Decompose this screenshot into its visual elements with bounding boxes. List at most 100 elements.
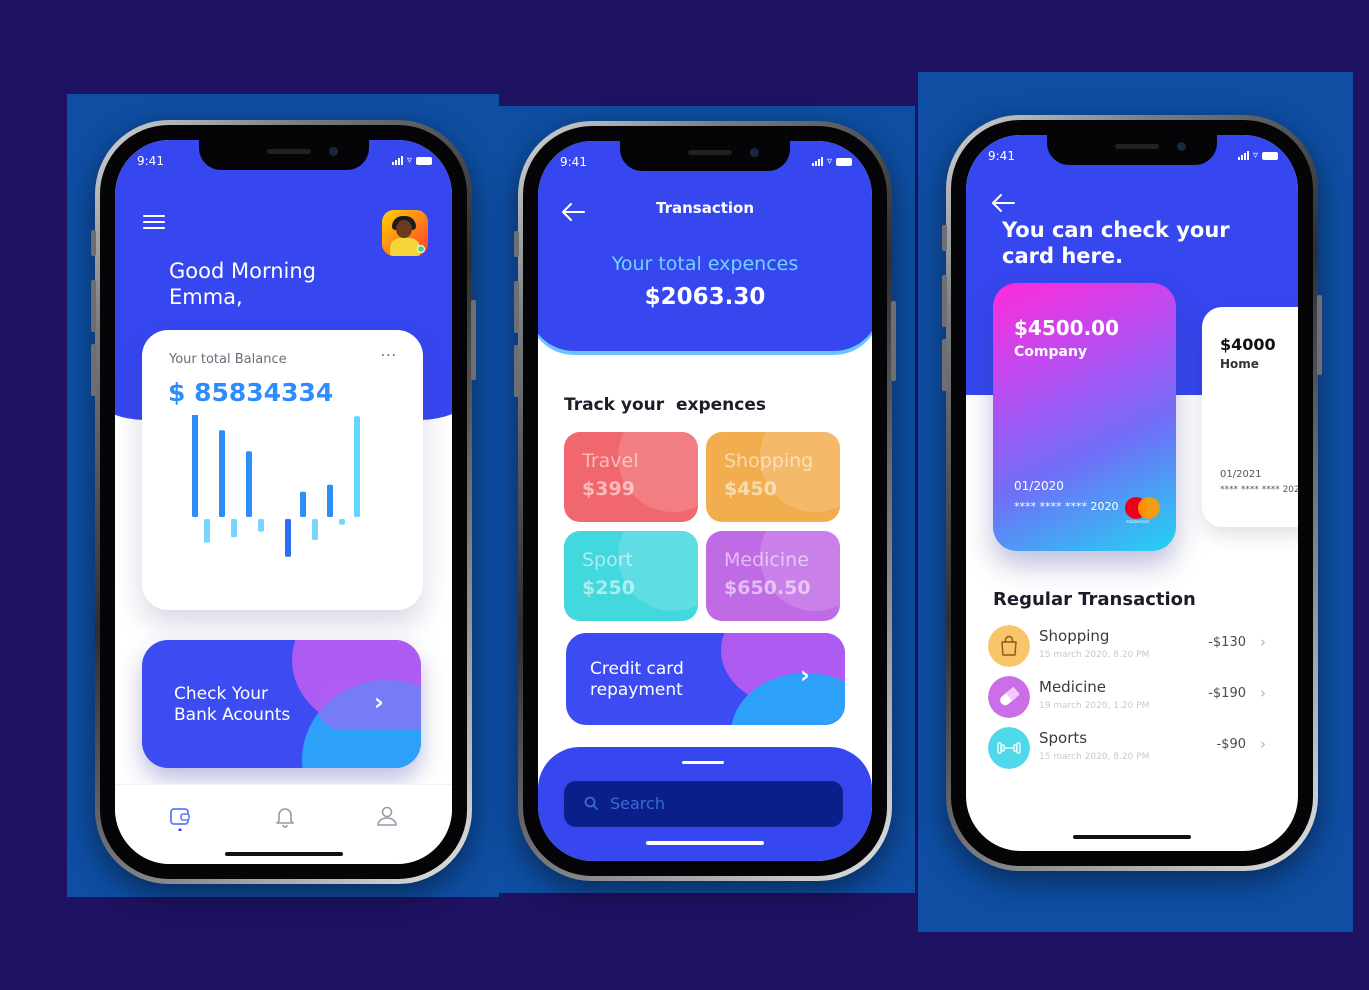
card-brand: mastercard — [1126, 519, 1149, 524]
category-shopping[interactable]: Shopping $450 — [706, 432, 840, 522]
category-value: $399 — [582, 478, 635, 500]
chart-bar-down — [258, 519, 264, 532]
card-company[interactable]: $4500.00 Company 01/2020 **** **** **** … — [993, 283, 1176, 551]
category-name: Travel — [582, 450, 639, 472]
search-sheet: Search — [538, 747, 872, 861]
chart-bar-up — [192, 415, 198, 517]
signal-icon — [391, 156, 403, 165]
avatar[interactable] — [382, 210, 428, 256]
transaction-name: Shopping — [1039, 627, 1110, 645]
balance-chart — [192, 415, 360, 557]
card-label: Company — [1014, 344, 1088, 360]
wifi-icon: ▿ — [826, 156, 832, 167]
total-expenses-amount: $2063.30 — [644, 284, 766, 310]
greeting-title: Good Morning Emma, — [169, 259, 316, 309]
transaction-amount: -$190 — [1208, 686, 1246, 701]
battery-icon — [1262, 151, 1278, 160]
chart-bar-up — [246, 451, 252, 517]
chart-bar-up — [300, 491, 306, 517]
battery-icon — [836, 157, 852, 166]
search-input[interactable]: Search — [564, 781, 843, 827]
card-expiry: 01/2020 — [1014, 479, 1064, 493]
dumbbell-icon — [988, 727, 1030, 769]
wifi-icon: ▿ — [406, 155, 412, 166]
decor-blob — [317, 680, 421, 730]
check-bank-accounts-label: Check Your Bank Acounts — [174, 684, 291, 725]
category-value: $450 — [724, 478, 777, 500]
card-amount: $4000 — [1220, 335, 1276, 354]
chevron-right-icon: › — [1260, 633, 1266, 651]
status-time: 9:41 — [988, 149, 1015, 163]
phone-home: 9:41 ▿ Good Morning Emma, Your total Bal… — [91, 120, 476, 884]
notch — [1047, 135, 1217, 165]
chart-bar-down — [339, 519, 345, 525]
back-arrow-icon[interactable] — [990, 192, 1016, 214]
check-bank-accounts-button[interactable]: Check Your Bank Acounts › — [142, 640, 421, 768]
chart-bar-up — [327, 484, 333, 517]
total-expenses-label: Your total expences — [611, 253, 799, 275]
chart-bar-up — [354, 416, 360, 517]
transaction-row-medicine[interactable]: Medicine 19 march 2020, 1.20 PM -$190 › — [988, 676, 1278, 724]
phone-transaction: 9:41 ▿ Transaction Your total expences $… — [514, 121, 896, 881]
chart-bar-up — [219, 430, 225, 517]
card-expiry: 01/2021 — [1220, 469, 1262, 480]
home-indicator — [224, 852, 343, 856]
battery-icon — [416, 156, 432, 165]
more-options-icon[interactable]: ··· — [381, 348, 397, 364]
balance-card[interactable]: Your total Balance ··· $ 85834334 — [142, 330, 423, 610]
category-name: Sport — [582, 549, 634, 571]
card-home[interactable]: $4000 Home 01/2021 **** **** **** 2021 — [1202, 307, 1298, 527]
category-name: Medicine — [724, 549, 809, 571]
transaction-name: Medicine — [1039, 678, 1107, 696]
section-title: Track your expences — [564, 395, 766, 415]
transaction-screen: 9:41 ▿ Transaction Your total expences $… — [538, 141, 872, 861]
user-icon[interactable] — [376, 805, 398, 831]
search-icon — [584, 796, 598, 810]
home-indicator — [646, 841, 764, 845]
cards-screen: 9:41 ▿ You can check your card here. $40… — [966, 135, 1298, 851]
transaction-date: 19 march 2020, 1.20 PM — [1039, 701, 1150, 711]
status-icons: ▿ — [811, 156, 852, 167]
category-travel[interactable]: Travel $399 — [564, 432, 698, 522]
wallet-icon[interactable] — [169, 805, 191, 831]
credit-card-repayment-button[interactable]: Credit card repayment › — [566, 633, 845, 725]
category-medicine[interactable]: Medicine $650.50 — [706, 531, 840, 621]
chevron-right-icon: › — [1260, 735, 1266, 753]
chart-bar-down — [204, 519, 210, 543]
home-indicator — [1073, 835, 1191, 839]
mastercard-logo-icon: mastercard — [1125, 497, 1161, 524]
status-icons: ▿ — [391, 155, 432, 166]
section-title: Regular Transaction — [993, 589, 1196, 610]
balance-amount: $ 85834334 — [168, 378, 334, 407]
chart-bar-down — [231, 519, 237, 538]
search-placeholder: Search — [610, 794, 665, 813]
card-label: Home — [1220, 357, 1259, 371]
category-name: Shopping — [724, 450, 814, 472]
transaction-row-shopping[interactable]: Shopping 15 march 2020, 8.20 PM -$130 › — [988, 625, 1278, 673]
menu-icon[interactable] — [143, 215, 165, 233]
transaction-row-sports[interactable]: Sports 15 march 2020, 8.20 PM -$90 › — [988, 727, 1278, 775]
card-number: **** **** **** 2021 — [1220, 485, 1298, 495]
transaction-header — [538, 141, 872, 351]
transaction-name: Sports — [1039, 729, 1088, 747]
pill-icon — [988, 676, 1030, 718]
notch — [620, 141, 790, 171]
chevron-right-icon: › — [374, 688, 384, 716]
signal-icon — [1237, 151, 1249, 160]
transaction-date: 15 march 2020, 8.20 PM — [1039, 650, 1150, 660]
page-title: You can check your card here. — [1002, 218, 1230, 268]
chevron-right-icon: › — [800, 661, 810, 689]
category-value: $250 — [582, 577, 635, 599]
sheet-grabber[interactable] — [682, 761, 724, 764]
notch — [198, 140, 369, 170]
online-indicator — [417, 245, 425, 253]
balance-label: Your total Balance — [169, 352, 287, 367]
card-number: **** **** **** 2020 — [1014, 500, 1119, 513]
wifi-icon: ▿ — [1252, 150, 1258, 161]
status-icons: ▿ — [1237, 150, 1278, 161]
bell-icon[interactable] — [274, 805, 296, 831]
category-sport[interactable]: Sport $250 — [564, 531, 698, 621]
chevron-right-icon: › — [1260, 684, 1266, 702]
transaction-amount: -$130 — [1208, 635, 1246, 650]
chart-bar-down — [285, 519, 291, 557]
